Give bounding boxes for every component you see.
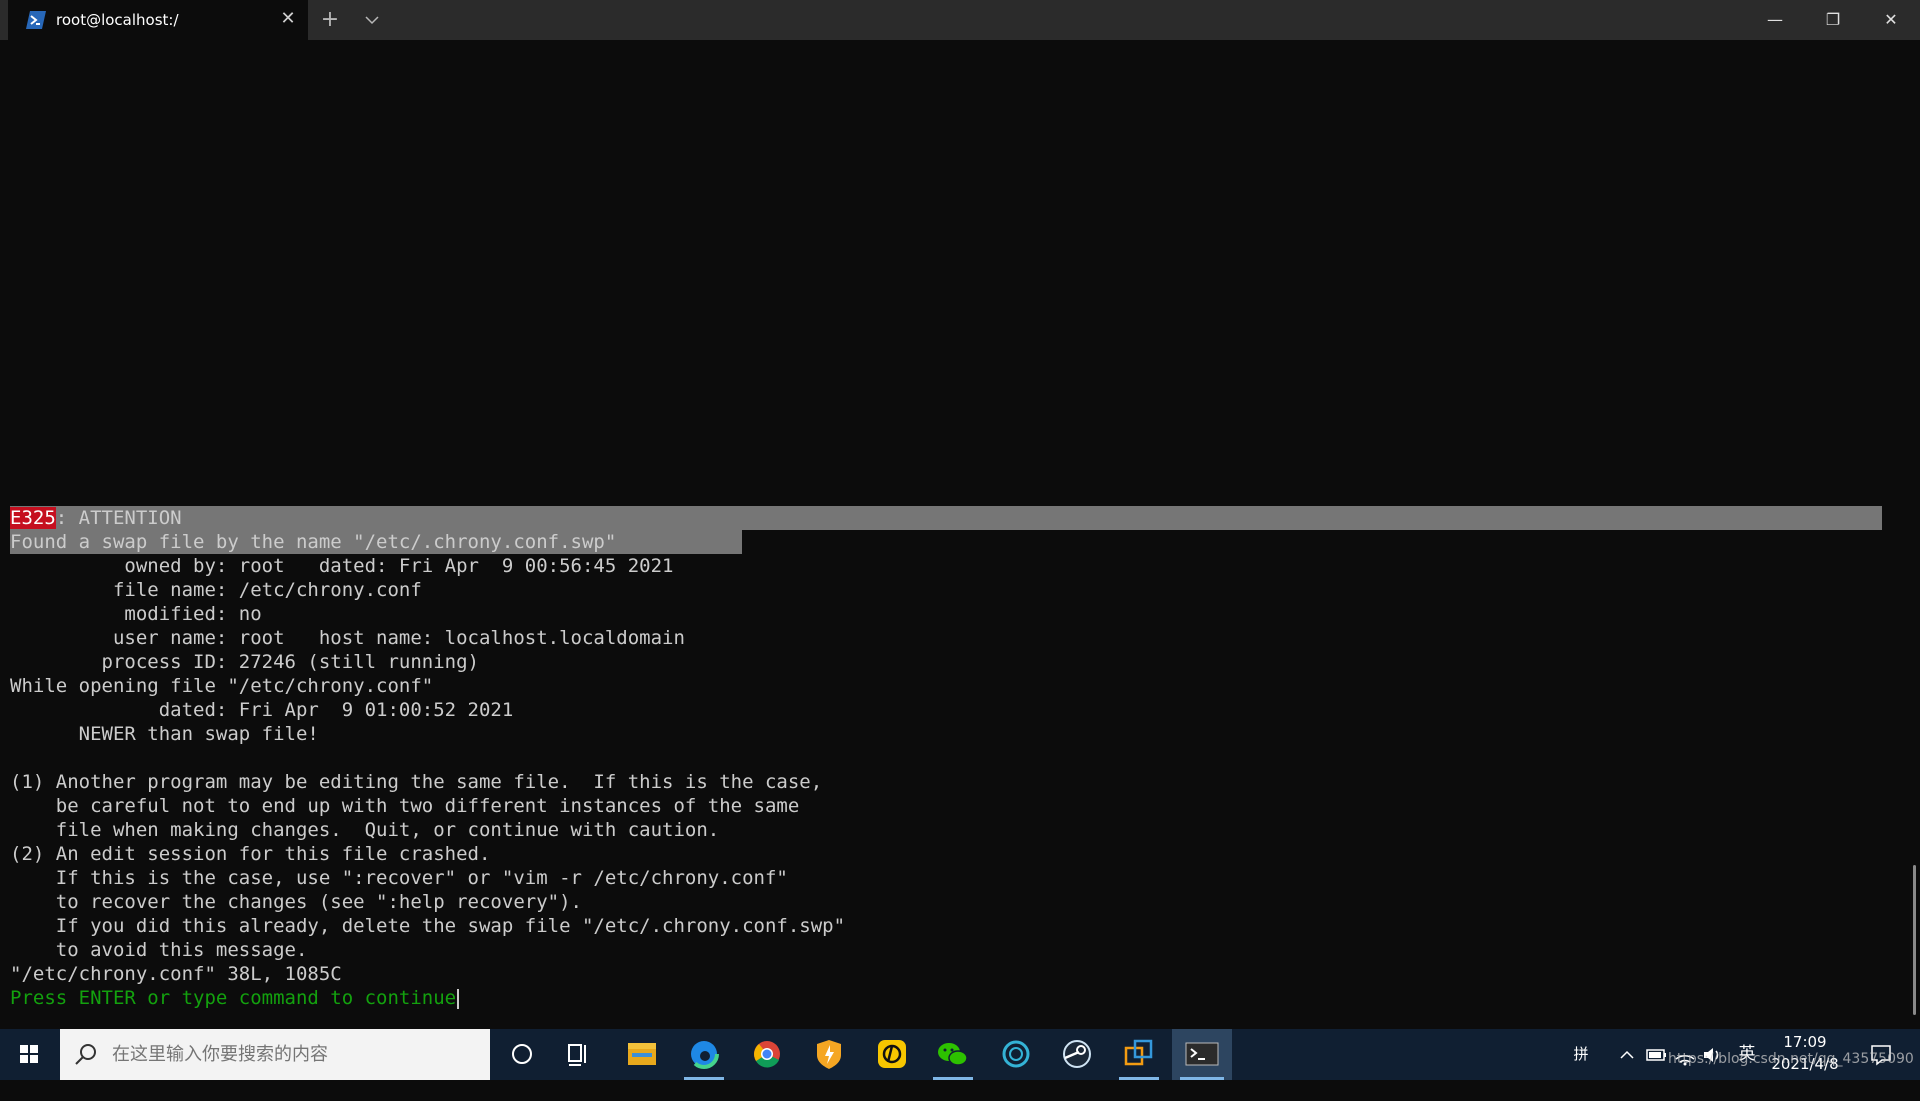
chrome-icon	[754, 1041, 780, 1068]
security-app-button[interactable]	[801, 1029, 857, 1080]
terminal-line: Found a swap file by the name "/etc/.chr…	[10, 531, 617, 553]
remote-desktop-icon	[1124, 1039, 1153, 1066]
text-cursor	[457, 988, 460, 1009]
battery-button[interactable]	[1644, 1029, 1670, 1080]
tab-dropdown-button[interactable]	[360, 6, 384, 34]
taskbar: 拼 英 17:09 2021/4/8	[0, 1029, 1920, 1080]
steam-icon	[1063, 1040, 1091, 1068]
terminal-line: process ID: 27246 (still running)	[10, 651, 480, 673]
restore-button[interactable]: ❐	[1804, 0, 1862, 40]
start-button[interactable]	[0, 1029, 58, 1080]
terminal-output[interactable]: E325: ATTENTION Found a swap file by the…	[0, 40, 1920, 1029]
cortana-button[interactable]	[494, 1029, 550, 1080]
file-explorer-icon	[628, 1043, 656, 1065]
music-app-icon	[878, 1040, 906, 1068]
terminal-line: user name: root host name: localhost.loc…	[10, 627, 685, 649]
windows-logo-icon	[20, 1045, 38, 1063]
terminal-tab[interactable]: root@localhost:/ ✕	[8, 0, 308, 40]
terminal-line: NEWER than swap file!	[10, 723, 319, 745]
chrome-button[interactable]	[739, 1029, 795, 1080]
terminal-line: owned by: root dated: Fri Apr 9 00:56:45…	[10, 555, 674, 577]
tab-close-icon[interactable]: ✕	[278, 9, 298, 29]
attention-highlight	[10, 506, 1882, 530]
terminal-line: file name: /etc/chrony.conf	[10, 579, 422, 601]
terminal-line-attention: E325: ATTENTION	[10, 506, 182, 530]
close-button[interactable]: ✕	[1862, 0, 1920, 40]
terminal-line: be careful not to end up with two differ…	[10, 795, 800, 817]
edge-icon	[689, 1039, 719, 1069]
wechat-button[interactable]	[925, 1029, 981, 1080]
minimize-button[interactable]: —	[1746, 0, 1804, 40]
task-view-icon	[568, 1044, 586, 1066]
show-hidden-icons-button[interactable]	[1612, 1029, 1642, 1080]
terminal-button[interactable]	[1172, 1029, 1232, 1080]
terminal-line: to recover the changes (see ":help recov…	[10, 891, 582, 913]
terminal-line: (1) Another program may be editing the s…	[10, 771, 823, 793]
wechat-icon	[938, 1043, 968, 1066]
remote-desktop-button[interactable]	[1111, 1029, 1167, 1080]
terminal-line: to avoid this message.	[10, 939, 308, 961]
task-view-button[interactable]	[550, 1029, 606, 1080]
search-input[interactable]	[110, 1043, 474, 1066]
title-bar: root@localhost:/ ✕ + — ❐ ✕	[0, 0, 1920, 40]
cortana-icon	[512, 1044, 532, 1064]
vpn-app-icon	[1002, 1040, 1030, 1068]
taskbar-search-box[interactable]	[60, 1029, 490, 1080]
terminal-line: dated: Fri Apr 9 01:00:52 2021	[10, 699, 514, 721]
prompt-text: Press ENTER or type command to continue	[10, 987, 457, 1009]
error-code: E325	[10, 507, 56, 529]
chevron-up-icon	[1620, 1050, 1634, 1059]
vpn-app-button[interactable]	[988, 1029, 1044, 1080]
terminal-line: If you did this already, delete the swap…	[10, 915, 846, 937]
terminal-line: If this is the case, use ":recover" or "…	[10, 867, 788, 889]
terminal-line: "/etc/chrony.conf" 38L, 1085C	[10, 963, 342, 985]
music-app-button[interactable]	[864, 1029, 920, 1080]
powershell-icon	[26, 11, 46, 29]
file-explorer-button[interactable]	[614, 1029, 670, 1080]
terminal-scrollbar[interactable]	[1913, 865, 1916, 1015]
clock-time[interactable]: 17:09	[1770, 1033, 1840, 1051]
edge-button[interactable]	[676, 1029, 732, 1080]
terminal-line: file when making changes. Quit, or conti…	[10, 819, 720, 841]
terminal-line: While opening file "/etc/chrony.conf"	[10, 675, 434, 697]
error-title: : ATTENTION	[55, 507, 182, 529]
new-tab-button[interactable]: +	[318, 6, 342, 34]
terminal-line: (2) An edit session for this file crashe…	[10, 843, 491, 865]
steam-button[interactable]	[1049, 1029, 1105, 1080]
ime-grid-icon[interactable]: 拼	[1566, 1029, 1596, 1080]
terminal-icon	[1185, 1042, 1219, 1066]
security-shield-icon	[817, 1040, 841, 1069]
tab-title: root@localhost:/	[56, 11, 179, 29]
continue-prompt[interactable]: Press ENTER or type command to continue	[10, 986, 460, 1010]
battery-icon	[1646, 1049, 1666, 1061]
watermark-text: https://blog.csdn.net/qq_43575090	[1668, 1051, 1914, 1067]
search-icon	[75, 1044, 96, 1065]
chevron-down-icon	[365, 16, 379, 25]
terminal-line: modified: no	[10, 603, 262, 625]
